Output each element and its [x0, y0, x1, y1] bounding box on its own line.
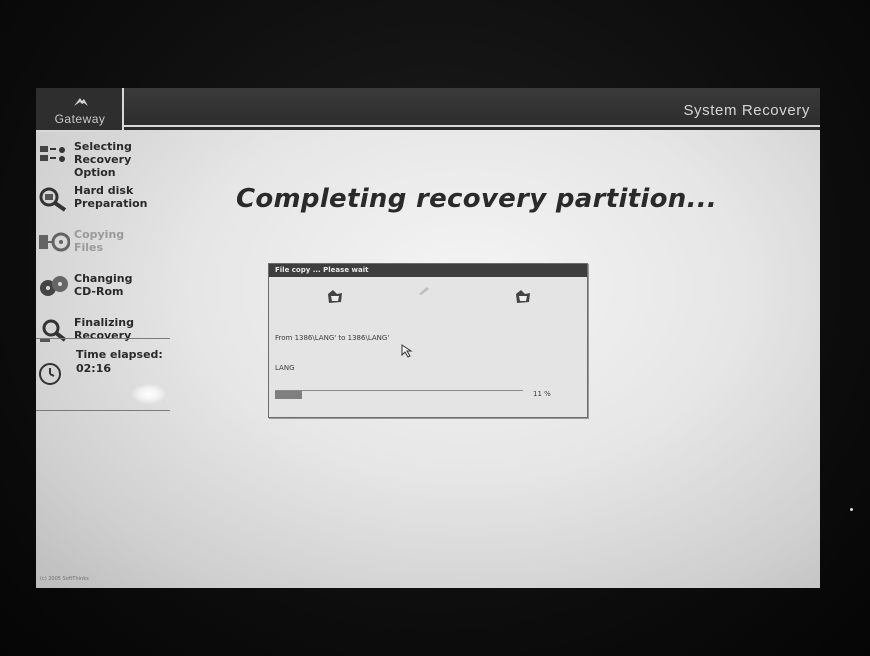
header-divider [124, 125, 820, 127]
current-file: LANG [275, 364, 295, 372]
progress-percent: 11 % [533, 390, 551, 398]
cd-change-icon [40, 276, 68, 296]
app-title: System Recovery [683, 102, 810, 119]
recovery-screen: Gateway System Recovery Selecting Recove… [36, 88, 820, 588]
flying-paper-icon [419, 287, 429, 295]
file-copy-dialog: File copy ... Please wait From 1386\LANG… [268, 263, 588, 418]
magnifier-check-icon [40, 319, 67, 342]
step-changing-cd-rom: Changing CD-Rom [36, 268, 176, 312]
clock-icon [39, 363, 61, 385]
copyright-text: (c) 2005 SoftThinks [40, 576, 89, 582]
step-copying-files: Copying Files [36, 224, 176, 268]
step-selecting-recovery-option: Selecting Recovery Option [36, 136, 176, 180]
logo: Gateway [36, 88, 124, 132]
time-elapsed-label: Time elapsed: [76, 348, 163, 361]
magnifier-disk-icon [39, 187, 67, 212]
time-elapsed-value: 02:16 [76, 362, 112, 375]
mouse-cursor-icon [401, 344, 413, 358]
step-label: Copying Files [74, 228, 125, 254]
sidebar-divider [36, 410, 170, 411]
dialog-title: File copy ... Please wait [269, 264, 587, 277]
step-list: Selecting Recovery Option Hard disk Prep… [36, 136, 176, 356]
step-label: Changing CD-Rom [74, 272, 133, 298]
progress-fill [275, 391, 303, 399]
gateway-logo-icon [74, 98, 88, 106]
step-label: Selecting Recovery Option [74, 140, 132, 179]
screen-glare [132, 384, 166, 404]
header-bar: Gateway System Recovery [36, 88, 820, 132]
sidebar-divider [36, 338, 170, 339]
selection-icon [40, 146, 65, 162]
folder-source-icon [328, 290, 342, 303]
disk-copy-icon [39, 232, 70, 252]
glare-speck [850, 508, 853, 511]
logo-text: Gateway [54, 112, 106, 126]
folder-destination-icon [516, 290, 530, 303]
copy-progress-bar [275, 390, 523, 400]
step-label: Hard disk Preparation [74, 184, 148, 210]
page-title: Completing recovery partition... [236, 184, 718, 214]
copy-source-destination: From 1386\LANG' to 1386\LANG' [275, 334, 390, 342]
step-hard-disk-preparation: Hard disk Preparation [36, 180, 176, 224]
